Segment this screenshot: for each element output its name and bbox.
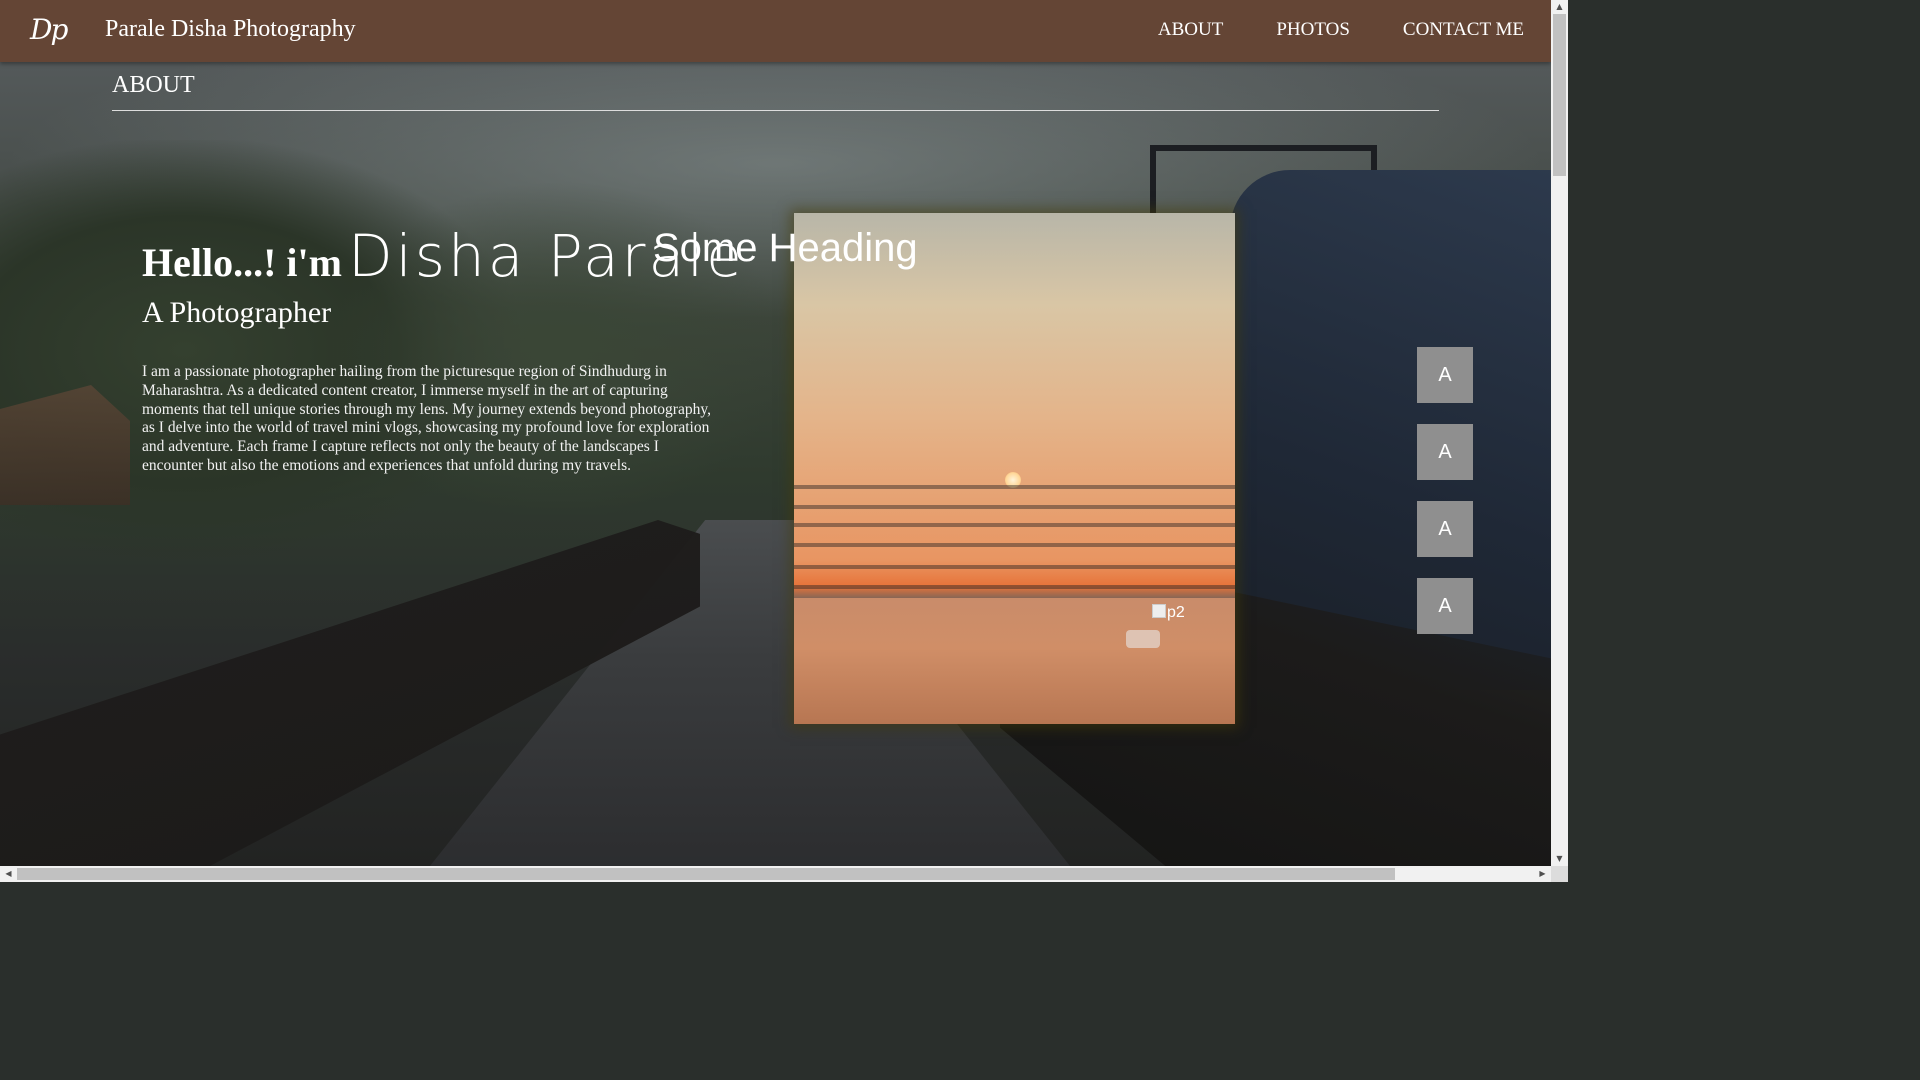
- nav-link-contact[interactable]: CONTACT ME: [1403, 19, 1524, 41]
- navbar: Dp Parale Disha Photography ABOUT PHOTOS…: [0, 0, 1551, 62]
- wave-line: [794, 565, 1235, 569]
- scroll-left-arrow-icon[interactable]: ◀: [0, 866, 17, 882]
- nav-links: ABOUT PHOTOS CONTACT ME: [1158, 19, 1524, 41]
- greeting-prefix: Hello...! i'm: [142, 240, 342, 285]
- side-button-1[interactable]: A: [1417, 347, 1473, 403]
- section-divider: [112, 110, 1439, 111]
- photographer-role: A Photographer: [142, 296, 332, 329]
- wave-line: [794, 523, 1235, 527]
- scroll-right-arrow-icon[interactable]: ▶: [1534, 866, 1551, 882]
- logo[interactable]: Dp: [30, 13, 68, 46]
- side-button-4[interactable]: A: [1417, 578, 1473, 634]
- broken-image: p2: [1152, 604, 1185, 622]
- nav-link-about[interactable]: ABOUT: [1158, 19, 1223, 41]
- broken-image-icon: [1152, 604, 1166, 618]
- section-title: ABOUT: [112, 72, 195, 98]
- side-button-group: A A A A: [1417, 347, 1473, 634]
- wave-line: [794, 543, 1235, 547]
- sunset-photo: [794, 213, 1235, 724]
- bio-text: I am a passionate photographer hailing f…: [142, 363, 711, 474]
- scroll-up-arrow-icon[interactable]: ▲: [1551, 0, 1568, 14]
- brand-title[interactable]: Parale Disha Photography: [105, 16, 356, 43]
- wave-line: [794, 485, 1235, 489]
- wave-line: [794, 585, 1235, 589]
- broken-image-alt: p2: [1167, 604, 1185, 621]
- horizontal-scroll-thumb[interactable]: [17, 868, 1395, 880]
- wave-line: [794, 505, 1235, 509]
- horizontal-scrollbar[interactable]: ◀ ▶: [0, 866, 1551, 882]
- scrollbar-corner: [1551, 866, 1568, 882]
- scroll-down-arrow-icon[interactable]: ▼: [1551, 852, 1568, 866]
- card-heading: Some Heading: [653, 226, 918, 270]
- nav-link-photos[interactable]: PHOTOS: [1276, 19, 1350, 41]
- vertical-scroll-thumb[interactable]: [1553, 14, 1566, 176]
- side-button-2[interactable]: A: [1417, 424, 1473, 480]
- side-button-3[interactable]: A: [1417, 501, 1473, 557]
- vertical-scrollbar[interactable]: ▲ ▼: [1551, 0, 1568, 866]
- card-pill-button[interactable]: [1126, 630, 1160, 648]
